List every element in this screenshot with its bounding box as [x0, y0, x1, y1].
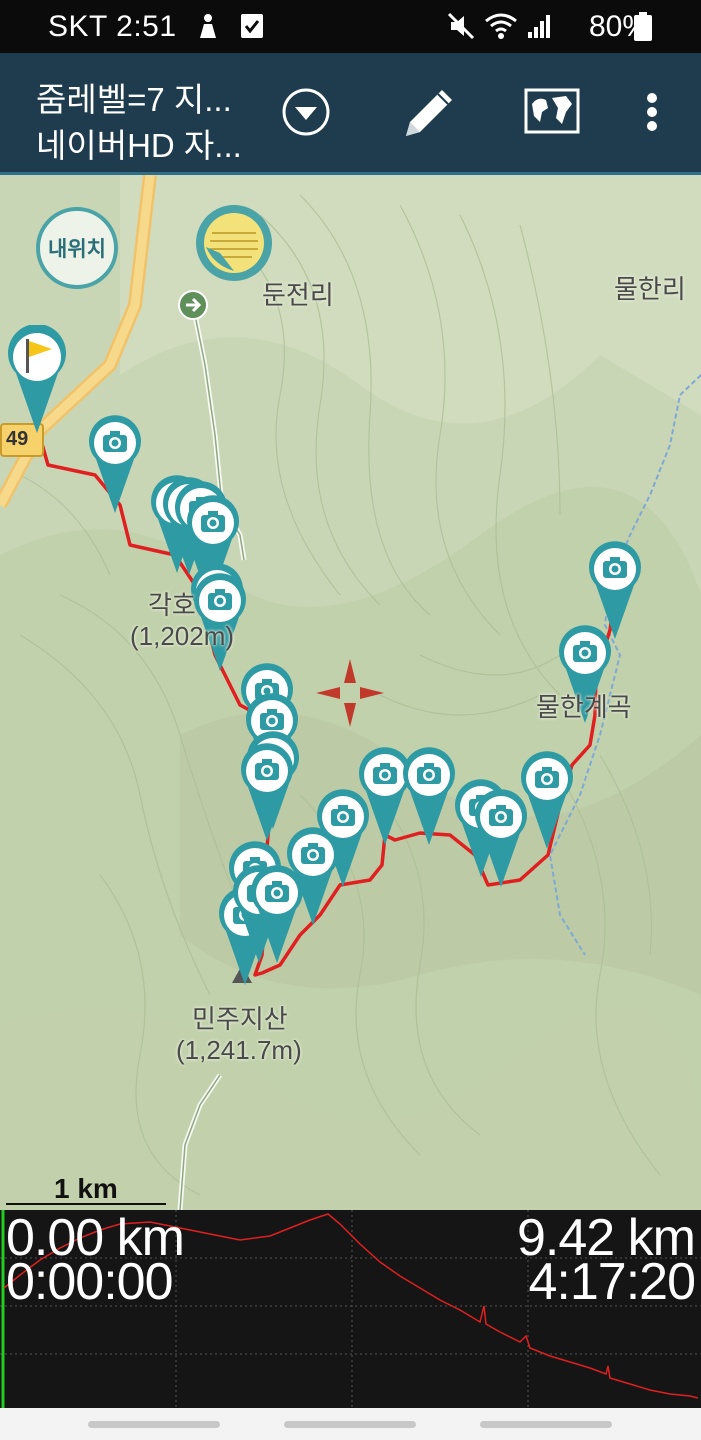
carrier-time: SKT 2:51	[48, 10, 177, 43]
map-button[interactable]	[518, 78, 586, 146]
nav-recent-button[interactable]	[88, 1421, 220, 1428]
place-label-mulhan-valley: 물한계곡	[536, 692, 632, 722]
memo-button[interactable]	[196, 205, 272, 281]
edit-button[interactable]	[394, 78, 462, 146]
chevron-down-circle-icon	[282, 88, 330, 136]
mute-icon	[447, 12, 475, 40]
signal-icon	[528, 15, 550, 38]
map-source-text[interactable]: 네이버HD 자...	[36, 119, 242, 167]
wifi-icon	[485, 13, 517, 39]
photo-marker[interactable]	[402, 747, 456, 845]
nav-home-button[interactable]	[284, 1421, 416, 1428]
peak-label-minjuji: 민주지산	[192, 1004, 288, 1034]
peak-elevation-gakho: (1,202m)	[130, 621, 235, 651]
end-time: 4:17:20	[528, 1253, 696, 1311]
place-label-dunjeonri: 둔전리	[262, 280, 334, 310]
status-bar: SKT 2:51 80%	[0, 0, 701, 53]
battery-icon	[634, 12, 652, 41]
dropdown-button[interactable]	[272, 78, 340, 146]
more-vert-icon	[647, 93, 657, 131]
direction-arrow-icon	[178, 290, 208, 320]
my-location-button[interactable]: 내위치	[36, 207, 118, 289]
system-nav-bar	[0, 1408, 701, 1440]
nav-back-button[interactable]	[480, 1421, 612, 1428]
elevation-profile[interactable]: 0.00 km 0:00:00 9.42 km 4:17:20	[0, 1210, 701, 1408]
scale-bar: 1 km	[6, 1173, 166, 1205]
photo-marker[interactable]	[520, 751, 574, 849]
world-map-icon	[524, 88, 580, 134]
photo-marker[interactable]	[88, 415, 142, 513]
peak-elevation-minjuji: (1,241.7m)	[176, 1035, 302, 1065]
pencil-icon	[406, 90, 452, 136]
zoom-level-text[interactable]: 줌레벨=7 지...	[36, 73, 232, 121]
photo-marker[interactable]	[250, 865, 304, 963]
photo-marker[interactable]	[588, 541, 642, 639]
peak-label-gakho: 각호	[148, 590, 196, 620]
start-time: 0:00:00	[6, 1253, 173, 1311]
start-flag-marker[interactable]	[6, 325, 68, 435]
app-toolbar: 줌레벨=7 지... 네이버HD 자...	[0, 53, 701, 175]
place-label-mulhanri: 물한리	[614, 274, 686, 304]
memo-icon	[204, 213, 264, 273]
notification-icon	[200, 14, 216, 38]
more-options-button[interactable]	[618, 78, 686, 146]
map-view[interactable]: 내위치 49 둔전리 물한리 각호 (1,202m) 물한계곡 민주지산 (1,…	[0, 175, 701, 1210]
checkbox-notification-icon	[241, 14, 263, 38]
